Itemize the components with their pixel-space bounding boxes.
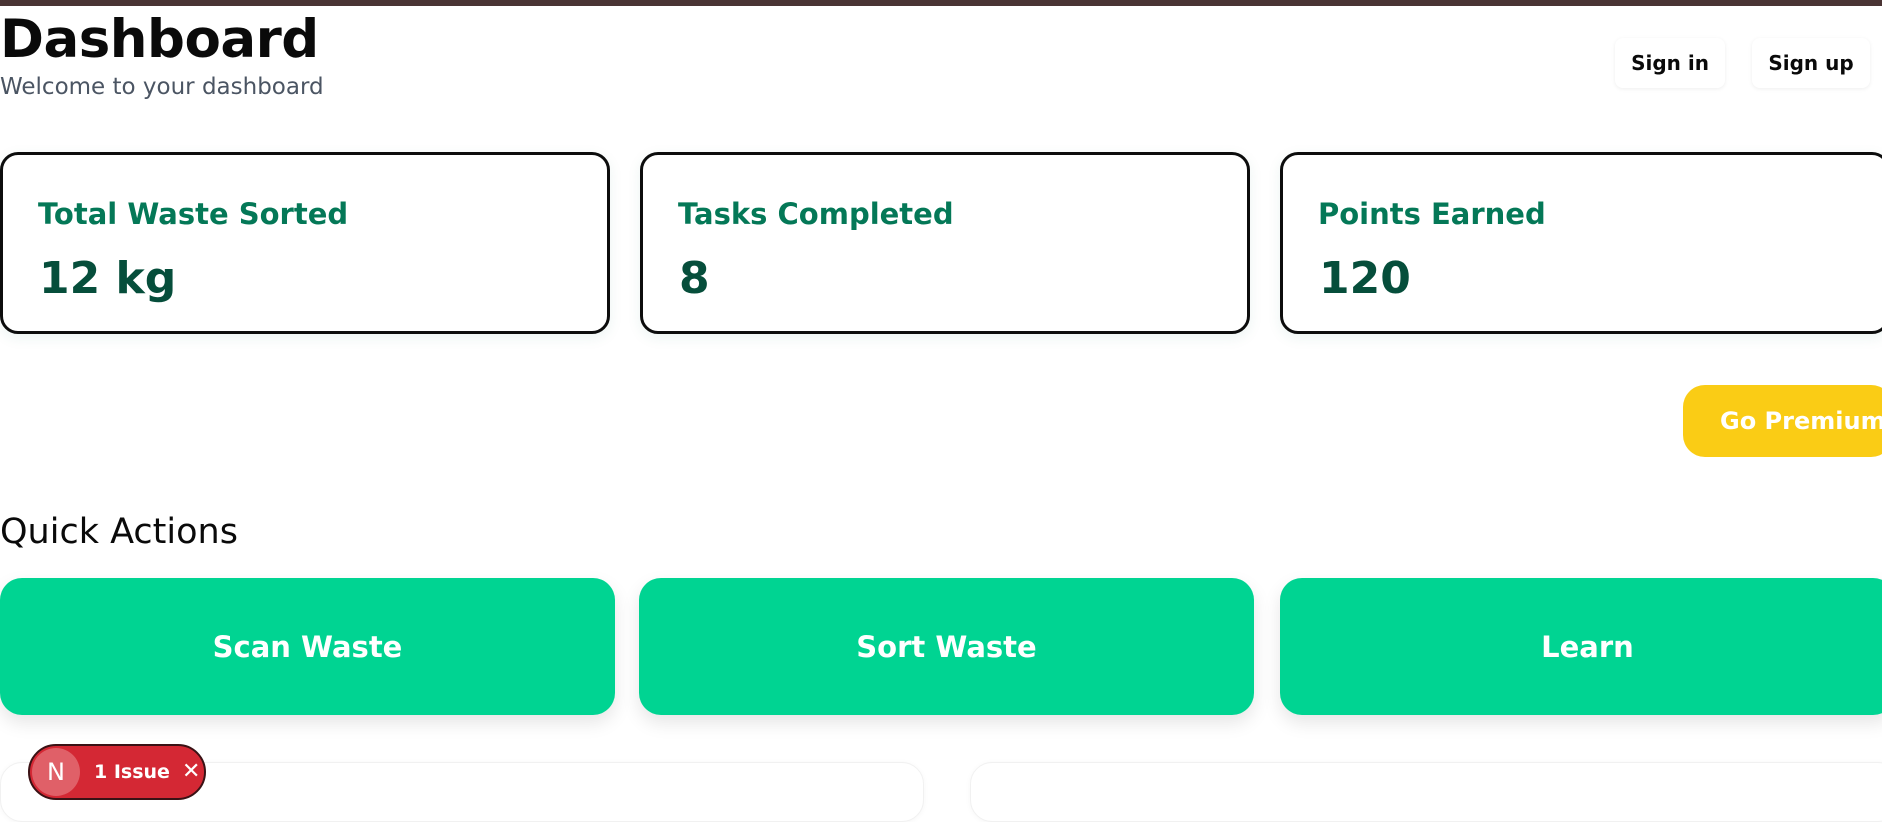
close-icon[interactable]: ✕ [182, 761, 200, 783]
learn-button[interactable]: Learn [1280, 578, 1882, 715]
stat-card-total-waste: Total Waste Sorted 12 kg [0, 152, 610, 334]
page-subtitle: Welcome to your dashboard [0, 74, 324, 100]
stat-value: 120 [1319, 253, 1411, 304]
sign-in-button[interactable]: Sign in [1615, 38, 1725, 88]
stat-label: Points Earned [1318, 197, 1546, 231]
stat-value: 8 [679, 253, 710, 304]
quick-actions-title: Quick Actions [0, 512, 238, 552]
sort-waste-button[interactable]: Sort Waste [639, 578, 1254, 715]
stat-card-points-earned: Points Earned 120 [1280, 152, 1882, 334]
issue-count-label: 1 Issue [94, 761, 170, 783]
stat-value: 12 kg [39, 253, 177, 304]
scan-waste-button[interactable]: Scan Waste [0, 578, 615, 715]
top-bar [0, 0, 1882, 6]
nextjs-logo-icon: N [32, 748, 80, 796]
go-premium-button[interactable]: Go Premium [1683, 385, 1882, 457]
stat-label: Tasks Completed [678, 197, 954, 231]
content-panel-right [970, 762, 1882, 822]
stat-card-tasks-completed: Tasks Completed 8 [640, 152, 1250, 334]
stat-label: Total Waste Sorted [38, 197, 349, 231]
page-title: Dashboard [0, 9, 319, 70]
sign-up-button[interactable]: Sign up [1752, 38, 1870, 88]
dev-issues-badge[interactable]: N 1 Issue ✕ [28, 744, 206, 800]
